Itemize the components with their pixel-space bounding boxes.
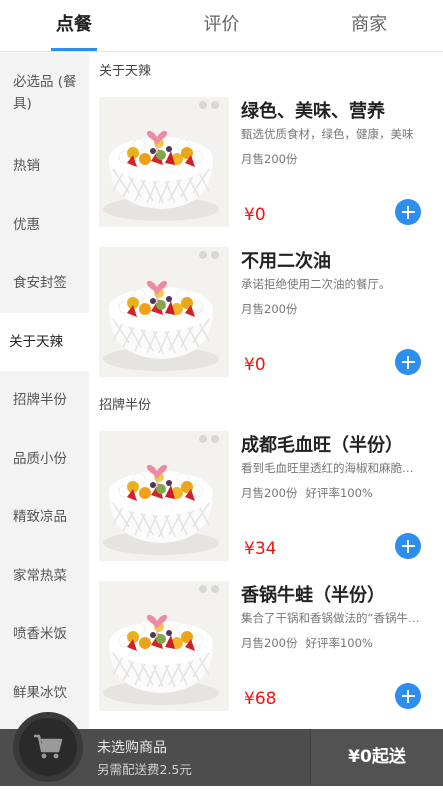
food-meta: 月售200份 好评率100% — [241, 635, 381, 651]
food-sales: 月售200份 — [241, 486, 298, 500]
food-desc: 集合了干锅和香锅做法的“香锅牛蛙” — [241, 611, 421, 625]
food-desc: 甄选优质食材，绿色，健康，美味 — [241, 127, 414, 141]
food-meta: 月售200份 — [241, 301, 305, 317]
food-item[interactable]: 不用二次油 承诺拒绝使用二次油的餐厅。 月售200份 ¥0 — [89, 237, 443, 387]
sidebar-item-hot[interactable]: 热销 — [0, 137, 89, 196]
sidebar-item-small-portion[interactable]: 品质小份 — [0, 430, 89, 489]
food-item[interactable]: 绿色、美味、营养 甄选优质食材，绿色，健康，美味 月售200份 ¥0 — [89, 87, 443, 237]
delivery-fee: 另需配送费2.5元 — [97, 762, 192, 777]
food-price: ¥0 — [244, 205, 266, 225]
food-desc: 看到毛血旺里透红的海椒和麻脆的花生 — [241, 461, 421, 475]
cake-image — [99, 97, 229, 227]
sidebar-item-discount[interactable]: 优惠 — [0, 196, 89, 255]
food-desc: 承诺拒绝使用二次油的餐厅。 — [241, 277, 391, 291]
food-sales: 月售200份 — [241, 152, 298, 166]
section-title: 关于天辣 — [99, 64, 152, 79]
food-price: ¥0 — [244, 355, 266, 375]
top-tabs: 点餐 评价 商家 — [0, 0, 443, 52]
category-sidebar: 必选品 (餐具) 热销 优惠 食安封签 关于天辣 招牌半份 品质小份 精致凉品 … — [0, 53, 89, 729]
food-item[interactable]: 香锅牛蛙（半份） 集合了干锅和香锅做法的“香锅牛蛙” 月售200份 好评率100%… — [89, 571, 443, 721]
cake-image — [99, 581, 229, 711]
plus-icon[interactable] — [395, 683, 421, 709]
sidebar-item-hot-dishes[interactable]: 家常热菜 — [0, 547, 89, 606]
cake-image — [99, 431, 229, 561]
plus-icon[interactable] — [395, 533, 421, 559]
food-name: 成都毛血旺（半份） — [241, 435, 403, 456]
tab-merchant[interactable]: 商家 — [295, 0, 443, 51]
section-title: 招牌半份 — [99, 398, 152, 413]
plus-icon[interactable] — [395, 199, 421, 225]
food-name: 不用二次油 — [241, 251, 331, 272]
food-rating: 好评率100% — [305, 636, 373, 650]
food-name: 绿色、美味、营养 — [241, 101, 385, 122]
food-list[interactable]: 关于天辣 绿色、美味、营养 甄选优质食材，绿色，健康，美味 月售200份 ¥0 — [89, 53, 443, 729]
cake-image — [99, 247, 229, 377]
food-item[interactable]: 成都毛血旺（半份） 看到毛血旺里透红的海椒和麻脆的花生 月售200份 好评率100… — [89, 421, 443, 571]
checkout-button[interactable]: ¥0起送 — [310, 729, 443, 786]
sidebar-item-cold-dishes[interactable]: 精致凉品 — [0, 488, 89, 547]
food-price: ¥34 — [244, 539, 277, 559]
food-meta: 月售200份 — [241, 151, 305, 167]
sidebar-item-rice[interactable]: 喷香米饭 — [0, 605, 89, 664]
shopping-cart-icon[interactable] — [13, 712, 83, 782]
food-sales: 月售200份 — [241, 636, 298, 650]
sidebar-item-signature-half[interactable]: 招牌半份 — [0, 371, 89, 430]
food-meta: 月售200份 好评率100% — [241, 485, 381, 501]
food-price: ¥68 — [244, 689, 277, 709]
plus-icon[interactable] — [395, 349, 421, 375]
food-sales: 月售200份 — [241, 302, 298, 316]
tab-reviews[interactable]: 评价 — [148, 0, 296, 51]
sidebar-item-about[interactable]: 关于天辣 — [0, 312, 89, 371]
cart-status: 未选购商品 — [97, 740, 167, 756]
food-name: 香锅牛蛙（半份） — [241, 585, 385, 606]
food-rating: 好评率100% — [305, 486, 373, 500]
cart-bar: 未选购商品 另需配送费2.5元 ¥0起送 — [0, 712, 443, 786]
sidebar-item-tableware[interactable]: 必选品 (餐具) — [0, 53, 89, 137]
sidebar-item-seal[interactable]: 食安封签 — [0, 254, 89, 313]
tab-order[interactable]: 点餐 — [0, 0, 148, 51]
